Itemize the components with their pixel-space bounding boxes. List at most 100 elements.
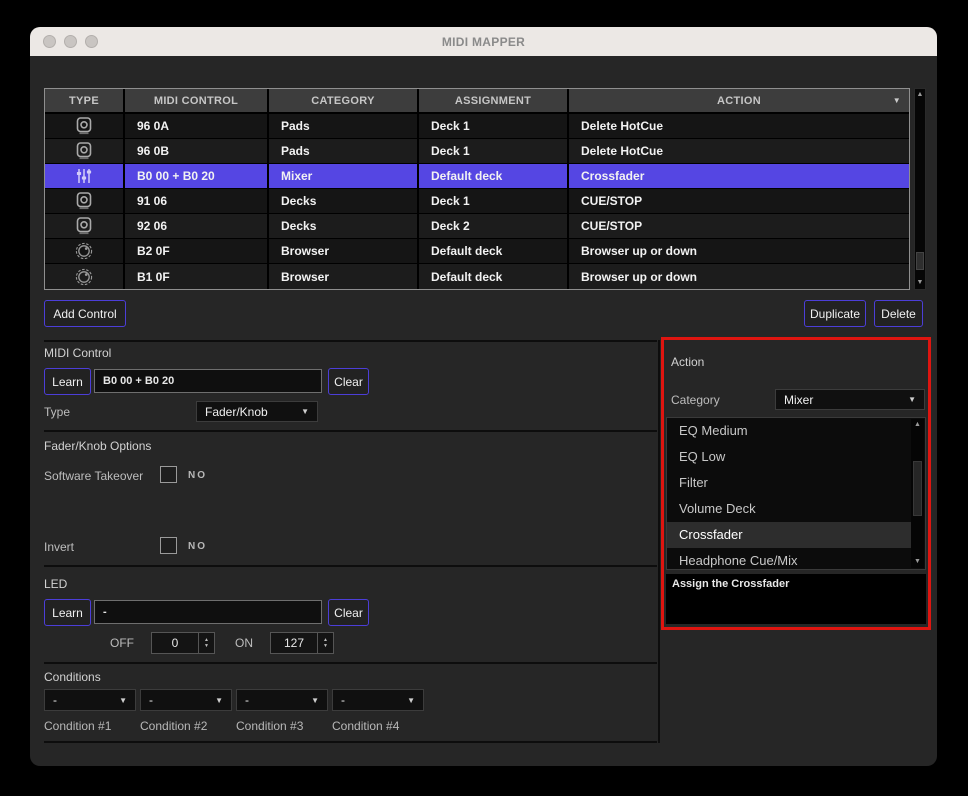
midi-control-section-title: MIDI Control xyxy=(44,346,111,360)
led-input[interactable] xyxy=(94,600,322,624)
column-header-category[interactable]: CATEGORY xyxy=(269,89,419,112)
action-list-item-selected[interactable]: Crossfader xyxy=(667,522,912,548)
sort-arrow-icon[interactable]: ▼ xyxy=(893,96,901,105)
led-section-title: LED xyxy=(44,577,67,591)
conditions-section-title: Conditions xyxy=(44,670,101,684)
condition-2-label: Condition #2 xyxy=(140,719,207,733)
category-dropdown-value: Mixer xyxy=(784,393,813,407)
software-takeover-value: NO xyxy=(188,470,207,481)
table-row[interactable]: B1 0F Browser Default deck Browser up or… xyxy=(45,264,909,289)
close-window-button[interactable] xyxy=(43,35,56,48)
cell-action: Browser up or down xyxy=(569,239,909,263)
cell-action: CUE/STOP xyxy=(569,189,909,213)
maximize-window-button[interactable] xyxy=(85,35,98,48)
cell-action: Crossfader xyxy=(569,164,909,188)
condition-4-dropdown[interactable]: - ▼ xyxy=(332,689,424,711)
led-off-value[interactable]: 0 xyxy=(152,633,198,653)
knob-icon xyxy=(45,239,125,263)
condition-1-label: Condition #1 xyxy=(44,719,111,733)
chevron-down-icon: ▼ xyxy=(301,407,309,416)
software-takeover-checkbox[interactable] xyxy=(160,466,177,483)
cell-action: CUE/STOP xyxy=(569,214,909,238)
condition-2-dropdown[interactable]: - ▼ xyxy=(140,689,232,711)
led-on-spinner[interactable]: 127 ▲▼ xyxy=(270,632,334,654)
scrollbar-thumb[interactable] xyxy=(916,252,924,270)
add-control-button[interactable]: Add Control xyxy=(44,300,126,327)
spinner-arrows-icon[interactable]: ▲▼ xyxy=(317,633,333,653)
column-header-assignment[interactable]: ASSIGNMENT xyxy=(419,89,569,112)
condition-2-value: - xyxy=(149,693,153,707)
midi-clear-button[interactable]: Clear xyxy=(328,368,369,395)
action-panel: Action Category Mixer ▼ EQ Medium EQ Low… xyxy=(661,337,931,630)
duplicate-button[interactable]: Duplicate xyxy=(804,300,866,327)
action-list-item[interactable]: Volume Deck xyxy=(667,496,912,522)
cell-action: Browser up or down xyxy=(569,264,909,289)
invert-label: Invert xyxy=(44,540,74,554)
table-row[interactable]: B2 0F Browser Default deck Browser up or… xyxy=(45,239,909,264)
chevron-down-icon: ▼ xyxy=(119,696,127,705)
action-list-item[interactable]: Headphone Cue/Mix xyxy=(667,548,912,570)
chevron-down-icon: ▼ xyxy=(908,395,916,404)
scroll-down-icon[interactable]: ▼ xyxy=(911,557,924,567)
column-header-action[interactable]: ACTION ▼ xyxy=(569,89,909,112)
midi-control-input[interactable] xyxy=(94,369,322,393)
table-row[interactable]: 92 06 Decks Deck 2 CUE/STOP xyxy=(45,214,909,239)
invert-value: NO xyxy=(188,541,207,552)
toolbar: Add Control Duplicate Delete xyxy=(44,300,923,327)
invert-checkbox[interactable] xyxy=(160,537,177,554)
action-list-scrollbar[interactable]: ▲ ▼ xyxy=(911,419,924,568)
scroll-up-icon[interactable]: ▲ xyxy=(911,420,924,430)
cell-action: Delete HotCue xyxy=(569,114,909,138)
minimize-window-button[interactable] xyxy=(64,35,77,48)
condition-3-value: - xyxy=(245,693,249,707)
pad-button-icon xyxy=(45,189,125,213)
action-description-text: Assign the Crossfader xyxy=(666,574,926,590)
pad-button-icon xyxy=(45,114,125,138)
led-clear-button[interactable]: Clear xyxy=(328,599,369,626)
condition-4-value: - xyxy=(341,693,345,707)
cell-category: Decks xyxy=(269,189,419,213)
action-list-item[interactable]: EQ Low xyxy=(667,444,912,470)
action-description-box: Assign the Crossfader xyxy=(666,574,926,624)
delete-button[interactable]: Delete xyxy=(874,300,923,327)
table-row-selected[interactable]: B0 00 + B0 20 Mixer Default deck Crossfa… xyxy=(45,164,909,189)
column-header-action-label: ACTION xyxy=(717,95,761,107)
table-row[interactable]: 96 0B Pads Deck 1 Delete HotCue xyxy=(45,139,909,164)
cell-assignment: Default deck xyxy=(419,264,569,289)
table-row[interactable]: 91 06 Decks Deck 1 CUE/STOP xyxy=(45,189,909,214)
scrollbar-thumb[interactable] xyxy=(913,461,922,516)
window-title: MIDI MAPPER xyxy=(442,35,525,49)
chevron-down-icon: ▼ xyxy=(407,696,415,705)
condition-1-dropdown[interactable]: - ▼ xyxy=(44,689,136,711)
fader-options-section-title: Fader/Knob Options xyxy=(44,439,151,453)
cell-midi-control: B1 0F xyxy=(125,264,269,289)
cell-category: Pads xyxy=(269,114,419,138)
table-row[interactable]: 96 0A Pads Deck 1 Delete HotCue xyxy=(45,114,909,139)
divider xyxy=(44,430,657,432)
knob-icon xyxy=(45,264,125,289)
column-header-midi-control[interactable]: MIDI CONTROL xyxy=(125,89,269,112)
divider xyxy=(44,741,657,743)
led-learn-button[interactable]: Learn xyxy=(44,599,91,626)
cell-action: Delete HotCue xyxy=(569,139,909,163)
condition-3-dropdown[interactable]: - ▼ xyxy=(236,689,328,711)
category-dropdown[interactable]: Mixer ▼ xyxy=(775,389,925,410)
cell-category: Browser xyxy=(269,239,419,263)
chevron-down-icon: ▼ xyxy=(311,696,319,705)
spinner-arrows-icon[interactable]: ▲▼ xyxy=(198,633,214,653)
led-on-value[interactable]: 127 xyxy=(271,633,317,653)
action-list-item[interactable]: EQ Medium xyxy=(667,418,912,444)
type-dropdown[interactable]: Fader/Knob ▼ xyxy=(196,401,318,422)
scroll-up-icon[interactable]: ▲ xyxy=(915,90,925,100)
cell-midi-control: B0 00 + B0 20 xyxy=(125,164,269,188)
cell-midi-control: 96 0B xyxy=(125,139,269,163)
action-list-item[interactable]: Filter xyxy=(667,470,912,496)
column-header-type[interactable]: TYPE xyxy=(45,89,125,112)
scroll-down-icon[interactable]: ▼ xyxy=(915,278,925,288)
table-scrollbar[interactable]: ▲ ▼ xyxy=(914,88,926,290)
action-list: EQ Medium EQ Low Filter Volume Deck Cros… xyxy=(666,417,926,570)
command-list-table: TYPE MIDI CONTROL CATEGORY ASSIGNMENT AC… xyxy=(44,88,910,290)
condition-1-value: - xyxy=(53,693,57,707)
led-off-spinner[interactable]: 0 ▲▼ xyxy=(151,632,215,654)
midi-learn-button[interactable]: Learn xyxy=(44,368,91,395)
